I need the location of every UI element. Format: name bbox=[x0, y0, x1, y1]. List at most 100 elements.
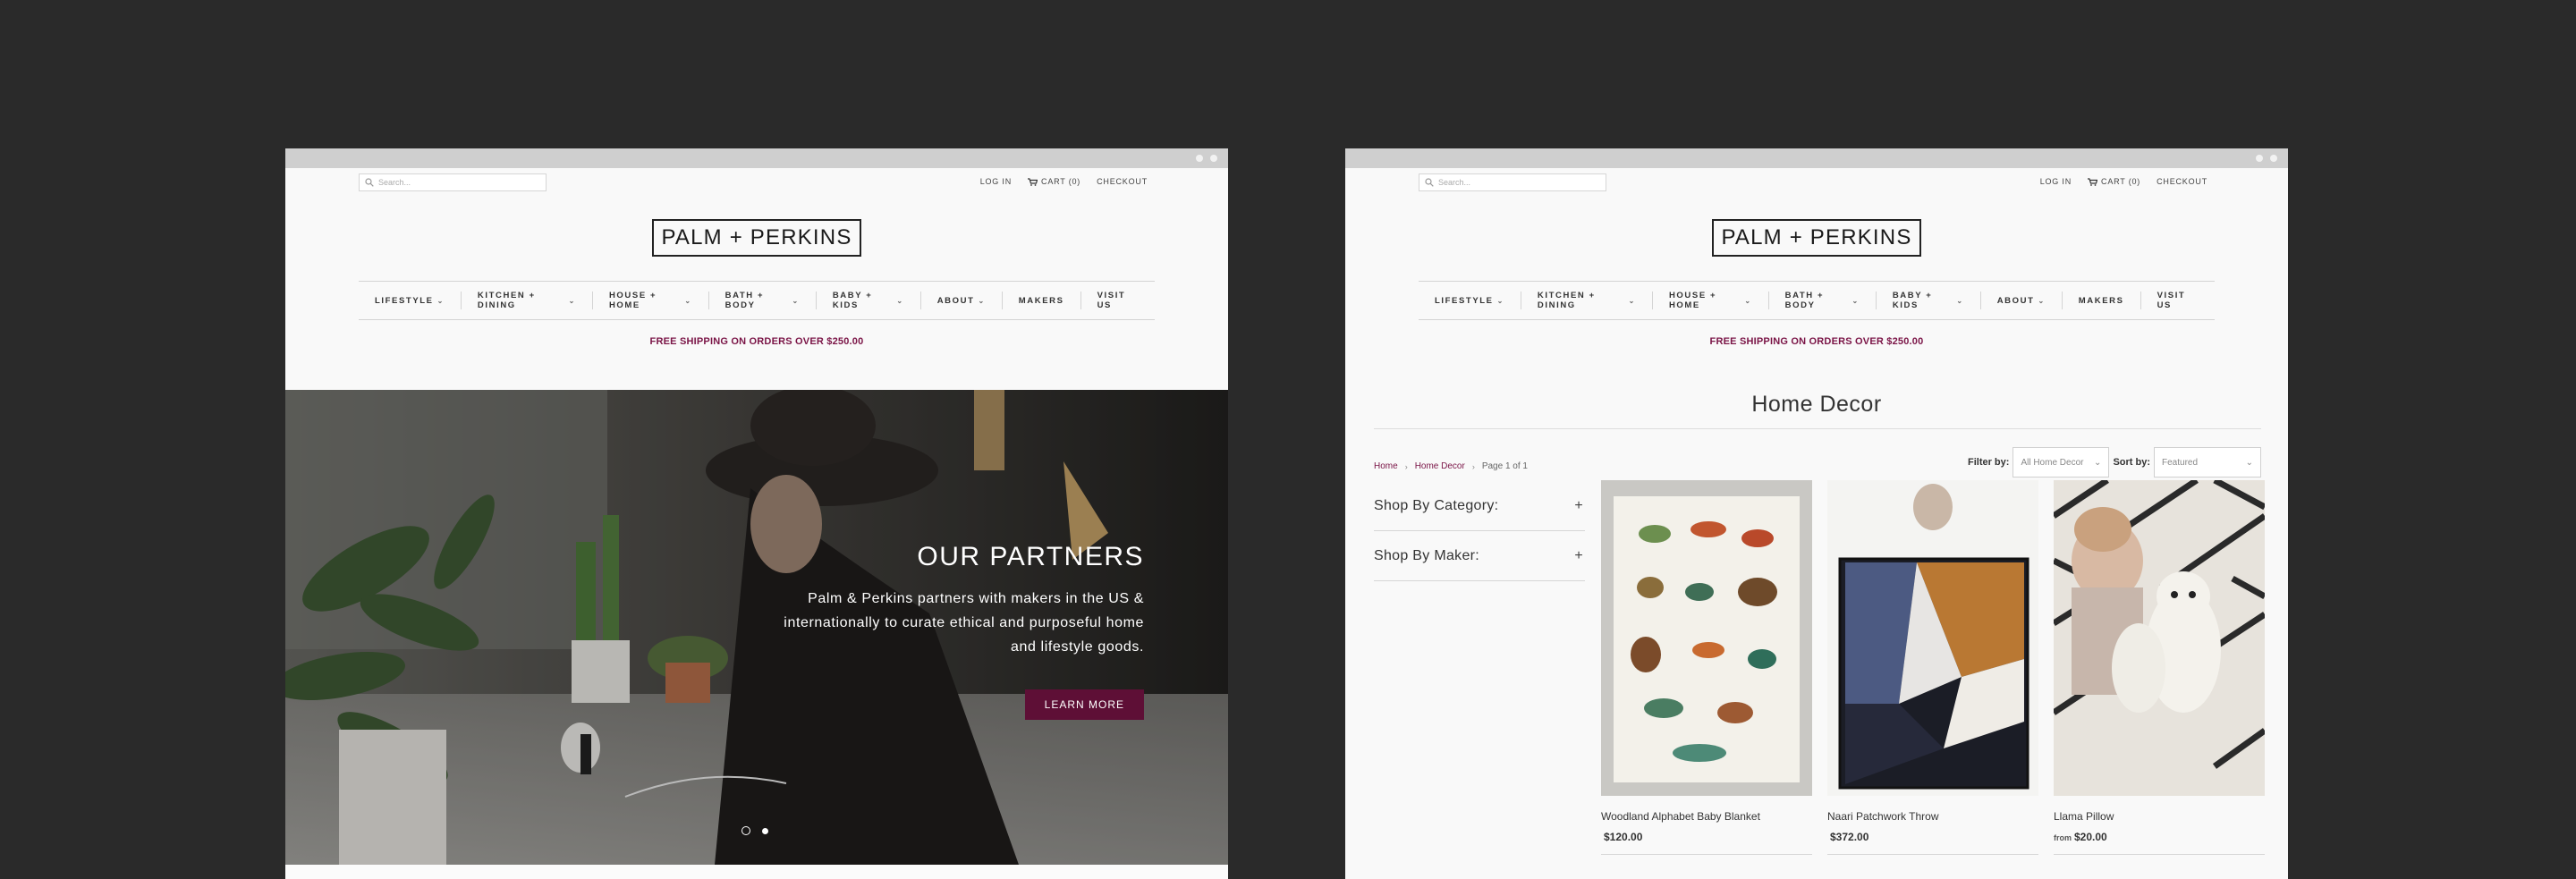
product-name[interactable]: Llama Pillow bbox=[2054, 810, 2265, 823]
search-icon bbox=[365, 178, 374, 187]
shop-by-maker-toggle[interactable]: Shop By Maker: + bbox=[1374, 531, 1585, 581]
breadcrumb-home-decor[interactable]: Home Decor bbox=[1415, 461, 1465, 471]
product-name[interactable]: Naari Patchwork Throw bbox=[1827, 810, 2038, 823]
slide-dot-1[interactable] bbox=[741, 826, 750, 835]
nav-label: VISIT US bbox=[1097, 291, 1126, 310]
window-dot-icon[interactable] bbox=[2256, 155, 2263, 162]
product-image[interactable] bbox=[2054, 480, 2265, 796]
nav-item-bath-body[interactable]: BATH + BODY ⌄ bbox=[1769, 291, 1877, 310]
product-price: $120.00 bbox=[1601, 831, 1812, 843]
filter-label: Filter by: bbox=[1967, 457, 2010, 468]
nav-label: LIFESTYLE bbox=[375, 295, 434, 306]
shipping-banner: FREE SHIPPING ON ORDERS OVER $250.00 bbox=[1709, 336, 1924, 347]
plus-icon: + bbox=[1574, 547, 1583, 563]
chevron-down-icon: ⌄ bbox=[2038, 296, 2046, 305]
nav-label: BABY + KIDS bbox=[832, 291, 873, 310]
sort-select[interactable]: Featured ⌄ bbox=[2154, 447, 2261, 478]
nav-label: ABOUT bbox=[1996, 295, 2035, 306]
store-logo[interactable]: PALM + PERKINS bbox=[652, 219, 861, 257]
nav-item-visit-us[interactable]: VISIT US bbox=[2141, 291, 2215, 310]
breadcrumb-page: Page 1 of 1 bbox=[1481, 461, 1528, 471]
nav-item-house-home[interactable]: HOUSE + HOME ⌄ bbox=[593, 291, 709, 310]
window-dot-icon[interactable] bbox=[1196, 155, 1203, 162]
nav-label: BATH + BODY bbox=[724, 291, 765, 310]
nav-label: KITCHEN + DINING bbox=[477, 291, 536, 310]
filter-select[interactable]: All Home Decor ⌄ bbox=[2012, 447, 2110, 478]
chevron-down-icon: ⌄ bbox=[1744, 296, 1752, 305]
toolbar-row: Home › Home Decor › Page 1 of 1 Filter b… bbox=[1345, 445, 2288, 485]
shop-by-category-toggle[interactable]: Shop By Category: + bbox=[1374, 481, 1585, 531]
main-nav: LIFESTYLE ⌄ KITCHEN + DINING ⌄ HOUSE + HOM… bbox=[359, 281, 1155, 320]
browser-titlebar bbox=[285, 148, 1228, 168]
price-value: $20.00 bbox=[2074, 831, 2107, 843]
chevron-down-icon: ⌄ bbox=[792, 296, 800, 305]
nav-item-baby-kids[interactable]: BABY + KIDS ⌄ bbox=[1877, 291, 1981, 310]
nav-item-house-home[interactable]: HOUSE + HOME ⌄ bbox=[1653, 291, 1769, 310]
nav-item-kitchen-dining[interactable]: KITCHEN + DINING ⌄ bbox=[1521, 291, 1653, 310]
utility-bar: LOG IN CART (0) CHECKOUT bbox=[285, 168, 1228, 195]
login-link[interactable]: LOG IN bbox=[980, 177, 1012, 186]
shipping-banner: FREE SHIPPING ON ORDERS OVER $250.00 bbox=[649, 336, 864, 347]
window-dot-icon[interactable] bbox=[1210, 155, 1217, 162]
cart-link[interactable]: CART (0) bbox=[1028, 177, 1080, 186]
alphabet-blanket-image bbox=[1601, 480, 1812, 796]
logo-area: PALM + PERKINS bbox=[285, 195, 1228, 281]
search-input[interactable] bbox=[378, 178, 530, 187]
account-links: LOG IN CART (0) CHECKOUT bbox=[964, 177, 1148, 186]
chevron-down-icon: ⌄ bbox=[1956, 296, 1964, 305]
slide-dot-2[interactable] bbox=[762, 827, 768, 834]
nav-item-lifestyle[interactable]: LIFESTYLE ⌄ bbox=[359, 292, 462, 309]
account-links: LOG IN CART (0) CHECKOUT bbox=[2024, 177, 2207, 186]
checkout-link[interactable]: CHECKOUT bbox=[1097, 177, 1148, 186]
chevron-down-icon: ⌄ bbox=[568, 296, 576, 305]
nav-item-makers[interactable]: MAKERS bbox=[2063, 292, 2141, 309]
learn-more-button[interactable]: LEARN MORE bbox=[1024, 689, 1144, 720]
nav-item-baby-kids[interactable]: BABY + KIDS ⌄ bbox=[817, 291, 921, 310]
page-title: Home Decor bbox=[1751, 392, 1882, 417]
breadcrumb: Home › Home Decor › Page 1 of 1 bbox=[1374, 461, 1528, 471]
cart-link[interactable]: CART (0) bbox=[2088, 177, 2140, 186]
search-field[interactable] bbox=[359, 173, 547, 191]
chevron-down-icon: ⌄ bbox=[1628, 296, 1636, 305]
chevron-down-icon: ⌄ bbox=[2094, 457, 2102, 468]
nav-label: VISIT US bbox=[2157, 291, 2186, 310]
chevron-down-icon: ⌄ bbox=[978, 296, 986, 305]
product-image[interactable] bbox=[1601, 480, 1812, 796]
nav-label: BABY + KIDS bbox=[1892, 291, 1933, 310]
checkout-link[interactable]: CHECKOUT bbox=[2157, 177, 2207, 186]
nav-item-makers[interactable]: MAKERS bbox=[1003, 292, 1081, 309]
cart-icon bbox=[2088, 177, 2098, 186]
search-input[interactable] bbox=[1438, 178, 1590, 187]
nav-item-bath-body[interactable]: BATH + BODY ⌄ bbox=[709, 291, 817, 310]
hero-caption: OUR PARTNERS Palm & Perkins partners wit… bbox=[768, 542, 1144, 720]
product-card[interactable]: Naari Patchwork Throw $372.00 bbox=[1827, 480, 2038, 855]
card-divider bbox=[1601, 854, 1812, 855]
plus-icon: + bbox=[1574, 497, 1583, 513]
sidebar-label: Shop By Category: bbox=[1374, 497, 1499, 513]
search-field[interactable] bbox=[1419, 173, 1606, 191]
store-logo[interactable]: PALM + PERKINS bbox=[1712, 219, 1921, 257]
product-card[interactable]: Woodland Alphabet Baby Blanket $120.00 bbox=[1601, 480, 1812, 855]
chevron-down-icon: ⌄ bbox=[1496, 296, 1504, 305]
main-nav: LIFESTYLE ⌄ KITCHEN + DINING ⌄ HOUSE + HOM… bbox=[1419, 281, 2215, 320]
nav-label: MAKERS bbox=[1018, 295, 1064, 306]
breadcrumb-home[interactable]: Home bbox=[1374, 461, 1398, 471]
login-link[interactable]: LOG IN bbox=[2040, 177, 2072, 186]
product-name[interactable]: Woodland Alphabet Baby Blanket bbox=[1601, 810, 1812, 823]
chevron-down-icon: ⌄ bbox=[2245, 457, 2253, 468]
patchwork-throw-image bbox=[1827, 480, 2038, 796]
nav-item-kitchen-dining[interactable]: KITCHEN + DINING ⌄ bbox=[462, 291, 593, 310]
logo-area: PALM + PERKINS bbox=[1345, 195, 2288, 281]
hero-body: Palm & Perkins partners with makers in t… bbox=[784, 591, 1144, 655]
window-dot-icon[interactable] bbox=[2270, 155, 2277, 162]
nav-item-about[interactable]: ABOUT ⌄ bbox=[1981, 292, 2063, 309]
nav-item-lifestyle[interactable]: LIFESTYLE ⌄ bbox=[1419, 292, 1521, 309]
collection-window: LOG IN CART (0) CHECKOUT PALM + PERKINS … bbox=[1345, 148, 2288, 879]
nav-item-visit-us[interactable]: VISIT US bbox=[1081, 291, 1155, 310]
product-card[interactable]: Llama Pillow from $20.00 bbox=[2054, 480, 2265, 855]
nav-label: KITCHEN + DINING bbox=[1537, 291, 1596, 310]
product-image[interactable] bbox=[1827, 480, 2038, 796]
nav-item-about[interactable]: ABOUT ⌄ bbox=[921, 292, 1003, 309]
chevron-right-icon: › bbox=[1404, 461, 1408, 471]
chevron-down-icon: ⌄ bbox=[896, 296, 904, 305]
